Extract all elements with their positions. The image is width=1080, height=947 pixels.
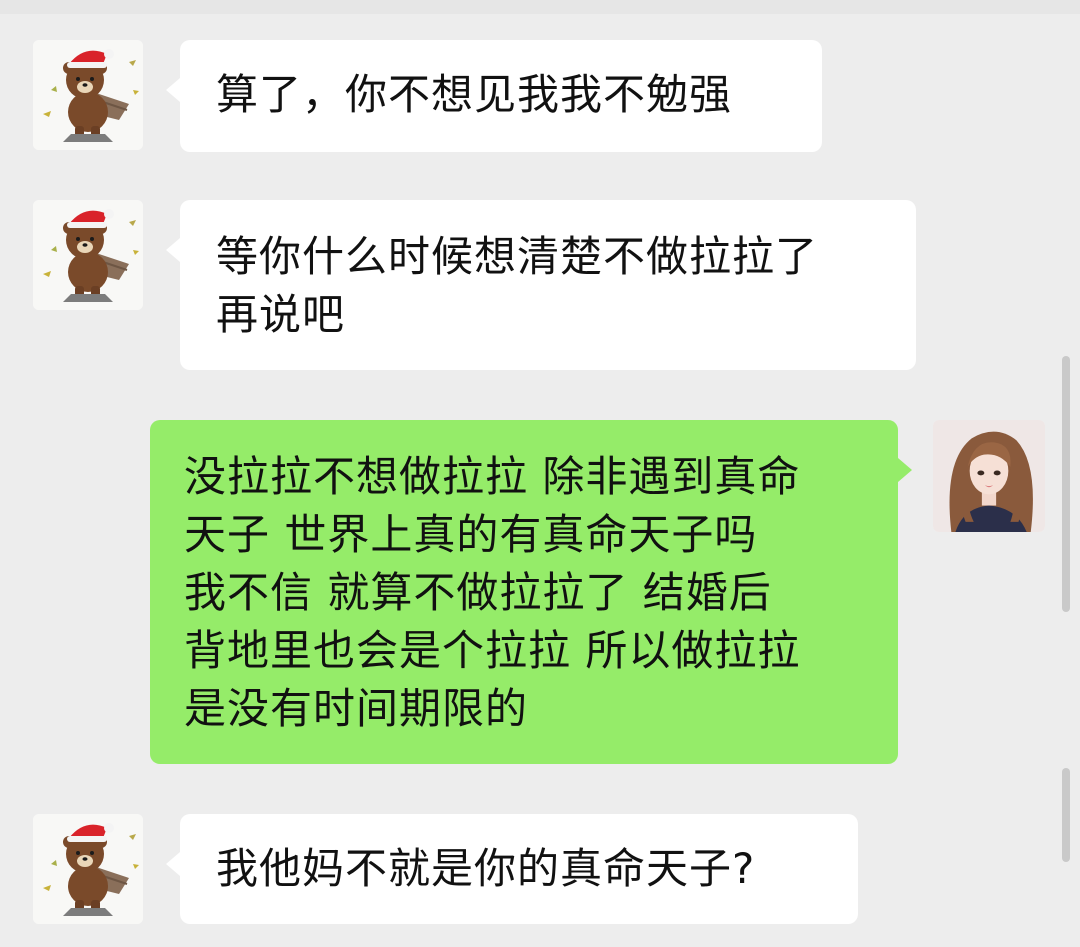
avatar-brown-bear-icon[interactable] [33, 40, 143, 150]
bubble-tail [898, 458, 912, 482]
message-text-line: 再说吧 [216, 290, 346, 339]
message-text: 我他妈不就是你的真命天子? [216, 844, 756, 893]
bubble-tail [166, 852, 180, 876]
top-strip [0, 0, 1080, 14]
bubble-tail [166, 78, 180, 102]
message-text-line: 等你什么时候想清楚不做拉拉了 [216, 232, 819, 281]
brown-bear-santa-hat-icon [33, 814, 143, 924]
message-text: 算了，你不想见我我不勉强 [216, 70, 733, 119]
scrollbar[interactable] [1062, 768, 1070, 862]
message-text-line: 没拉拉不想做拉拉 除非遇到真命 [184, 452, 801, 501]
message-bubble-incoming[interactable]: 我他妈不就是你的真命天子? [166, 814, 858, 924]
message-bubble-incoming[interactable]: 算了，你不想见我我不勉强 [166, 40, 822, 152]
avatar-brown-bear-icon[interactable] [33, 814, 143, 924]
scrollbar[interactable] [1062, 356, 1070, 612]
message-text-line: 天子 世界上真的有真命天子吗 [184, 510, 758, 559]
avatar-brown-bear-icon[interactable] [33, 200, 143, 310]
message-text-line: 我不信 就算不做拉拉了 结婚后 [184, 568, 772, 617]
message-bubble-incoming[interactable]: 等你什么时候想清楚不做拉拉了 再说吧 [166, 200, 916, 370]
chat-window: 算了，你不想见我我不勉强 等你什么时候想清楚不做拉拉了 再说吧 没拉拉不想做拉拉… [0, 0, 1080, 947]
message-text-line: 背地里也会是个拉拉 所以做拉拉 [184, 626, 801, 675]
girl-portrait-icon [933, 420, 1045, 532]
bubble-tail [166, 238, 180, 262]
message-text-line: 是没有时间期限的 [184, 684, 529, 733]
message-bubble-outgoing[interactable]: 没拉拉不想做拉拉 除非遇到真命 天子 世界上真的有真命天子吗 我不信 就算不做拉… [150, 420, 912, 764]
brown-bear-santa-hat-icon [33, 200, 143, 310]
brown-bear-santa-hat-icon [33, 40, 143, 150]
avatar-self-girl-icon[interactable] [933, 420, 1045, 532]
